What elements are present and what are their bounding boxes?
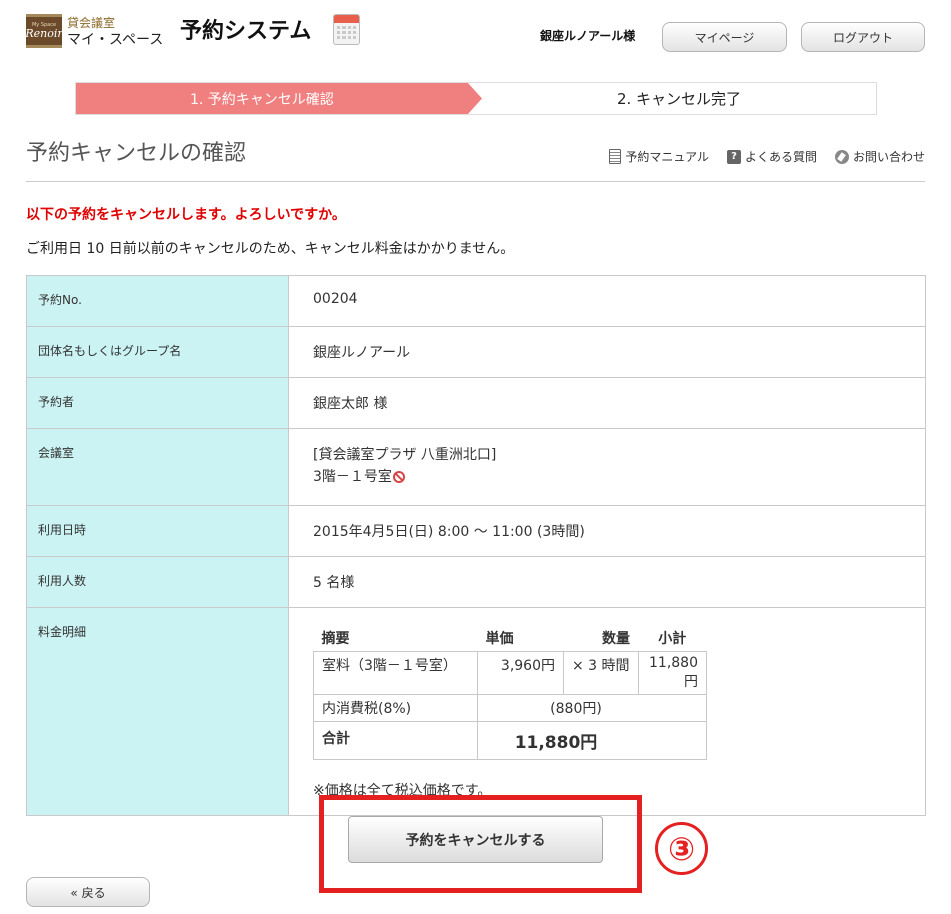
reservation-no-label: 予約No. [26, 275, 289, 327]
table-row: 利用日時 2015年4月5日(日) 8:00 ～ 11:00 (3時間) [26, 505, 926, 557]
cancel-reservation-button[interactable]: 予約をキャンセルする [348, 816, 603, 863]
page-title: 予約キャンセルの確認 [26, 141, 247, 166]
brand: 貸会議室 マイ・スペース [67, 16, 163, 50]
renoir-logo: My Space Renoir [25, 14, 63, 48]
help-links: 予約マニュアル ? よくある質問 お問い合わせ [609, 148, 925, 165]
no-smoking-icon [392, 471, 405, 483]
fee-total-label: 合計 [313, 721, 478, 760]
room-value: [貸会議室プラザ 八重洲北口] 3階－１号室 [288, 428, 926, 506]
fee-room-summary: 室料（3階－１号室） [313, 651, 478, 695]
fee-room-unit: 3,960円 [477, 651, 564, 695]
table-row: 利用人数 5 名様 [26, 556, 926, 608]
fee-header-row: 摘要 単価 数量 小計 [314, 625, 707, 652]
fee-total-amount: 11,880円 [477, 721, 707, 760]
booker-label: 予約者 [26, 377, 289, 429]
fees-value: 摘要 単価 数量 小計 室料（3階－１号室） 3,960円 × 3 時間 11,… [288, 607, 926, 816]
fee-total-row: 合計 11,880円 [313, 721, 707, 760]
contact-link[interactable]: お問い合わせ [834, 148, 925, 165]
fee-room-subtotal: 11,880円 [637, 651, 708, 695]
room-venue: [貸会議室プラザ 八重洲北口] [313, 447, 497, 463]
calendar-icon [333, 14, 360, 45]
manual-link[interactable]: 予約マニュアル [609, 148, 709, 165]
logout-button[interactable]: ログアウト [801, 22, 925, 52]
contact-link-label: お問い合わせ [852, 150, 925, 164]
step-number-marker: ③ [655, 822, 708, 875]
faq-link[interactable]: ? よくある質問 [726, 148, 817, 165]
question-icon: ? [726, 149, 741, 164]
table-row: 団体名もしくはグループ名 銀座ルノアール [26, 326, 926, 378]
group-label: 団体名もしくはグループ名 [26, 326, 289, 378]
fees-label: 料金明細 [26, 607, 289, 816]
progress-steps: 1. 予約キャンセル確認 2. キャンセル完了 [75, 82, 877, 115]
fee-room-row: 室料（3階－１号室） 3,960円 × 3 時間 11,880円 [313, 651, 708, 695]
fee-header-summary: 摘要 [321, 631, 350, 647]
room-number-row: 3階－１号室 [313, 466, 901, 486]
fee-tax-amount: (880円) [477, 694, 707, 722]
fee-breakdown-table: 摘要 単価 数量 小計 室料（3階－１号室） 3,960円 × 3 時間 11,… [313, 625, 708, 760]
fee-header-unit: 単価 [485, 631, 514, 647]
table-row: 予約者 銀座太郎 様 [26, 377, 926, 429]
logo-script-text: Renoir [25, 27, 63, 40]
cancel-fee-note: ご利用日 10 日前以前のキャンセルのため、キャンセル料金はかかりません。 [26, 241, 515, 257]
fee-header-qty: 数量 [602, 631, 631, 647]
fee-header-subtotal: 小計 [658, 631, 687, 647]
booker-value: 銀座太郎 様 [288, 377, 926, 429]
heading-divider [26, 181, 925, 182]
contact-icon [834, 149, 849, 164]
step-cancel-confirm: 1. 予約キャンセル確認 [76, 83, 482, 114]
reservation-details-table: 予約No. 00204 団体名もしくはグループ名 銀座ルノアール 予約者 銀座太… [26, 275, 926, 816]
system-title: 予約システム [180, 19, 312, 44]
user-name: 銀座ルノアール様 [540, 29, 636, 43]
faq-link-label: よくある質問 [744, 150, 817, 164]
table-row: 会議室 [貸会議室プラザ 八重洲北口] 3階－１号室 [26, 428, 926, 506]
manual-link-label: 予約マニュアル [625, 150, 709, 164]
manual-icon [609, 149, 622, 164]
table-row: 予約No. 00204 [26, 275, 926, 327]
brand-line1: 貸会議室 [67, 16, 116, 30]
brand-line2: マイ・スペース [67, 32, 164, 48]
room-label: 会議室 [26, 428, 289, 506]
cancel-warning: 以下の予約をキャンセルします。よろしいですか。 [26, 207, 346, 223]
mypage-button[interactable]: マイページ [662, 22, 787, 52]
group-value: 銀座ルノアール [288, 326, 926, 378]
step-cancel-complete: 2. キャンセル完了 [616, 90, 742, 108]
back-button[interactable]: « 戻る [26, 877, 150, 907]
people-value: 5 名様 [288, 556, 926, 608]
table-row: 料金明細 摘要 単価 数量 小計 室料（3階－１号室） 3,960円 × 3 時… [26, 607, 926, 816]
room-number: 3階－１号室 [313, 469, 392, 485]
people-label: 利用人数 [26, 556, 289, 608]
tax-included-note: ※価格は全て税込価格です。 [313, 783, 492, 799]
fee-tax-row: 内消費税(8%) (880円) [313, 694, 707, 722]
fee-room-qty: × 3 時間 [563, 651, 639, 695]
reservation-no-value: 00204 [288, 275, 926, 327]
datetime-value: 2015年4月5日(日) 8:00 ～ 11:00 (3時間) [288, 505, 926, 557]
fee-tax-summary: 内消費税(8%) [313, 694, 478, 722]
datetime-label: 利用日時 [26, 505, 289, 557]
